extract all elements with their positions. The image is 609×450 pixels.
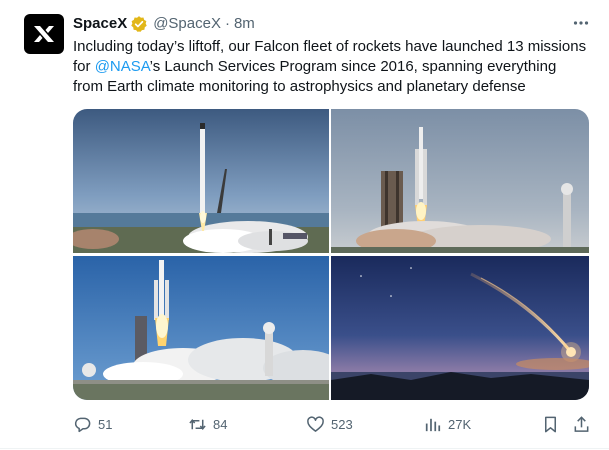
post-text: Including today’s liftoff, our Falcon fl… [73, 37, 588, 97]
views-chart-icon [425, 418, 441, 431]
post-timestamp[interactable]: 8m [234, 14, 255, 34]
media-image-1[interactable] [73, 109, 329, 253]
more-options-icon [573, 21, 589, 25]
reply-icon [74, 417, 91, 432]
more-options-button[interactable] [570, 12, 592, 34]
verified-badge-icon [131, 16, 147, 32]
spacex-logo-icon [34, 26, 54, 42]
media-image-4[interactable] [331, 256, 589, 400]
share-icon [574, 415, 589, 432]
post-header: SpaceX @SpaceX · 8m [73, 14, 255, 34]
falcon-heavy-liftoff-photo-icon [73, 256, 329, 400]
repost-count: 84 [213, 416, 228, 432]
bookmark-button[interactable] [541, 413, 560, 435]
media-image-2[interactable] [331, 109, 589, 253]
views-count: 27K [448, 416, 472, 432]
post-actions: 51 84 523 27K [73, 413, 591, 435]
heart-icon [307, 415, 324, 432]
header-separator: · [224, 15, 230, 32]
reply-button[interactable]: 51 [73, 413, 112, 435]
repost-icon [189, 418, 206, 430]
reply-count: 51 [98, 416, 113, 432]
night-launch-streak-photo-icon [331, 256, 589, 400]
media-grid [73, 109, 589, 400]
post-divider [0, 448, 609, 449]
nasa-mention-link[interactable]: @NASA [95, 58, 150, 75]
falcon9-liftoff-photo-icon [73, 109, 329, 253]
post-card[interactable]: SpaceX @SpaceX · 8m Including today’s li… [0, 0, 609, 450]
like-button[interactable]: 523 [306, 413, 353, 435]
media-image-3[interactable] [73, 256, 329, 400]
like-count: 523 [331, 416, 353, 432]
author-handle[interactable]: @SpaceX [153, 14, 221, 34]
avatar[interactable] [24, 14, 64, 54]
falcon-heavy-pad-photo-icon [331, 109, 589, 253]
author-name[interactable]: SpaceX [73, 14, 127, 34]
views-button[interactable]: 27K [423, 413, 471, 435]
repost-button[interactable]: 84 [188, 413, 227, 435]
bookmark-icon [544, 416, 557, 432]
share-button[interactable] [572, 413, 591, 435]
